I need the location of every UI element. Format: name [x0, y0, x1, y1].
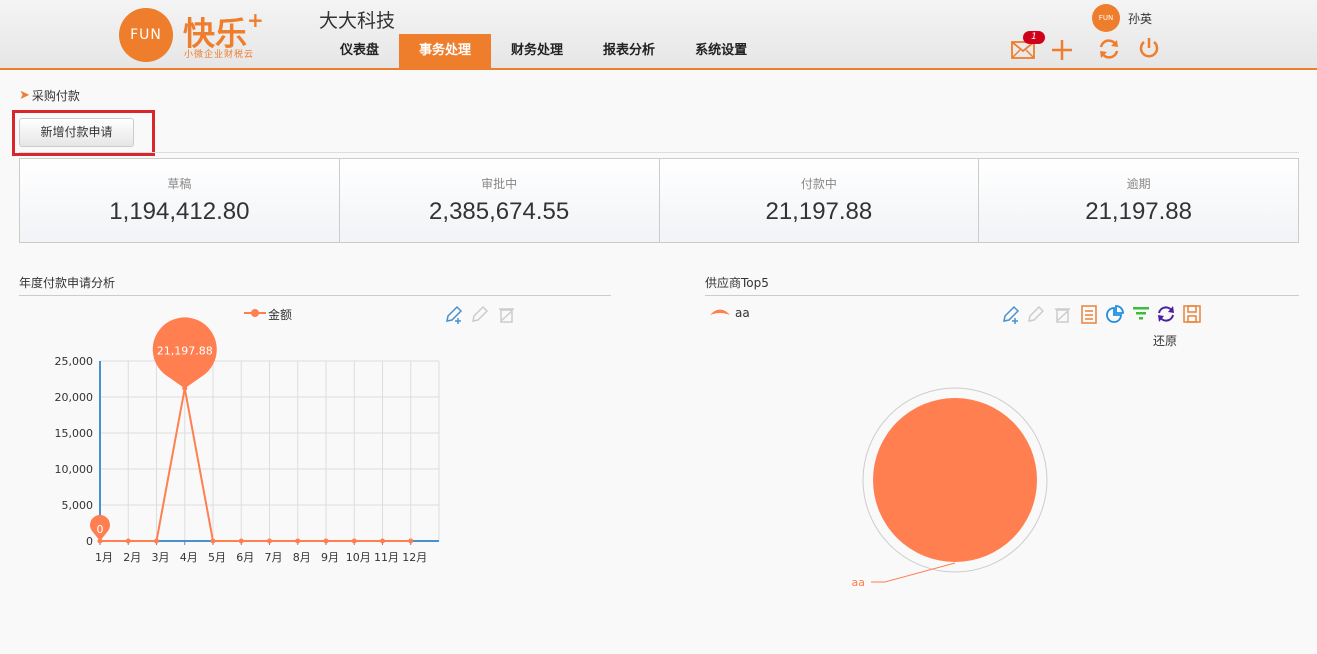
stats-bar: 草稿 1,194,412.80 审批中 2,385,674.55 付款中 21,…	[19, 158, 1299, 243]
legend-pie-icon[interactable]	[709, 306, 731, 318]
x-tick-label: 9月	[321, 551, 339, 564]
min-markpoint-label: 0	[97, 523, 104, 536]
x-tick-label: 12月	[402, 551, 427, 564]
data-view-icon[interactable]	[1079, 304, 1099, 324]
breadcrumb: ➤ 采购付款	[19, 87, 80, 104]
x-tick-label: 6月	[236, 551, 254, 564]
main-nav: 仪表盘 事务处理 财务处理 报表分析 系统设置	[320, 34, 767, 68]
power-icon[interactable]	[1137, 36, 1161, 60]
save-image-icon[interactable]	[1182, 304, 1202, 324]
breadcrumb-label: 采购付款	[31, 89, 80, 103]
y-tick-label: 10,000	[55, 463, 94, 476]
x-tick-label: 3月	[152, 551, 170, 564]
x-tick-label: 8月	[293, 551, 311, 564]
stat-label: 逾期	[1126, 177, 1151, 191]
data-point	[408, 538, 414, 544]
trash-icon[interactable]	[496, 304, 516, 324]
data-point	[323, 538, 329, 544]
nav-settings[interactable]: 系统设置	[675, 34, 767, 68]
user-name[interactable]: 孙英	[1128, 10, 1152, 27]
nav-transactions[interactable]: 事务处理	[399, 34, 492, 68]
pie-label-line	[871, 562, 956, 583]
x-tick-label: 10月	[346, 551, 371, 564]
max-markpoint-label: 21,197.88	[157, 344, 213, 357]
stat-overdue[interactable]: 逾期 21,197.88	[979, 158, 1299, 243]
arrow-right-icon: ➤	[19, 88, 30, 103]
pencil-icon[interactable]	[470, 304, 490, 324]
x-tick-label: 11月	[374, 551, 399, 564]
data-point	[295, 538, 301, 544]
x-tick-label: 7月	[265, 551, 283, 564]
restore-icon[interactable]	[1156, 304, 1176, 324]
data-point	[210, 538, 216, 544]
nav-dashboard[interactable]: 仪表盘	[320, 34, 399, 68]
logo-text: FUN	[130, 27, 162, 43]
legend-label[interactable]: aa	[735, 306, 750, 320]
x-tick-label: 4月	[180, 551, 198, 564]
mail-badge: 1	[1023, 31, 1045, 44]
y-tick-label: 0	[86, 535, 93, 548]
app-header: FUN 快乐+ 小微企业财税云 大大科技 仪表盘 事务处理 财务处理 报表分析 …	[0, 0, 1317, 70]
new-payment-request-button[interactable]: 新增付款申请	[19, 118, 134, 147]
y-tick-label: 25,000	[55, 355, 94, 368]
brand-slogan: 小微企业财税云	[184, 50, 255, 60]
avatar-text: FUN	[1098, 14, 1114, 22]
stat-in-approval[interactable]: 审批中 2,385,674.55	[339, 158, 660, 243]
divider	[19, 152, 1299, 153]
pie-chart-icon[interactable]	[1105, 304, 1125, 324]
stat-label: 付款中	[800, 177, 837, 191]
trash-icon[interactable]	[1052, 304, 1072, 324]
nav-reports[interactable]: 报表分析	[583, 34, 675, 68]
stat-label: 草稿	[167, 177, 192, 191]
nav-finance[interactable]: 财务处理	[491, 34, 583, 68]
y-tick-label: 15,000	[55, 427, 94, 440]
pencil-icon[interactable]	[1026, 304, 1046, 324]
stat-draft[interactable]: 草稿 1,194,412.80	[19, 158, 340, 243]
panel-divider	[19, 295, 611, 296]
data-point	[125, 538, 131, 544]
line-panel-title: 年度付款申请分析	[19, 276, 116, 290]
stat-value: 21,197.88	[765, 198, 873, 225]
stat-value: 2,385,674.55	[429, 198, 570, 225]
data-point	[351, 538, 357, 544]
refresh-icon[interactable]	[1097, 37, 1121, 61]
stat-value: 1,194,412.80	[109, 198, 250, 225]
data-point	[380, 538, 385, 544]
stat-label: 审批中	[481, 177, 518, 191]
y-tick-label: 5,000	[62, 499, 94, 512]
pie-slice	[873, 398, 1037, 562]
pie-panel-title: 供应商Top5	[705, 276, 769, 290]
line-chart: 05,00010,00015,00020,00025,0001月 2月 3月 4月 5月…	[55, 317, 440, 564]
data-point	[238, 538, 244, 544]
data-point	[267, 538, 272, 544]
funnel-icon[interactable]	[1131, 304, 1151, 324]
series-line	[100, 388, 411, 542]
y-tick-label: 20,000	[55, 391, 94, 404]
pie-chart: aa	[852, 387, 1048, 589]
data-point	[154, 538, 159, 544]
logo-icon[interactable]: FUN	[119, 8, 173, 62]
stat-value: 21,197.88	[1085, 198, 1193, 225]
x-tick-label: 5月	[208, 551, 226, 564]
pencil-plus-icon[interactable]	[1001, 304, 1021, 324]
plus-icon[interactable]	[1050, 38, 1074, 62]
brand-plus: +	[247, 8, 264, 32]
company-name: 大大科技	[319, 10, 396, 32]
x-tick-label: 1月	[95, 551, 113, 564]
x-tick-label: 2月	[123, 551, 141, 564]
panel-divider	[705, 295, 1299, 296]
pie-slice-label: aa	[852, 576, 865, 589]
stat-paying[interactable]: 付款中 21,197.88	[659, 158, 980, 243]
avatar[interactable]: FUN	[1092, 4, 1120, 32]
